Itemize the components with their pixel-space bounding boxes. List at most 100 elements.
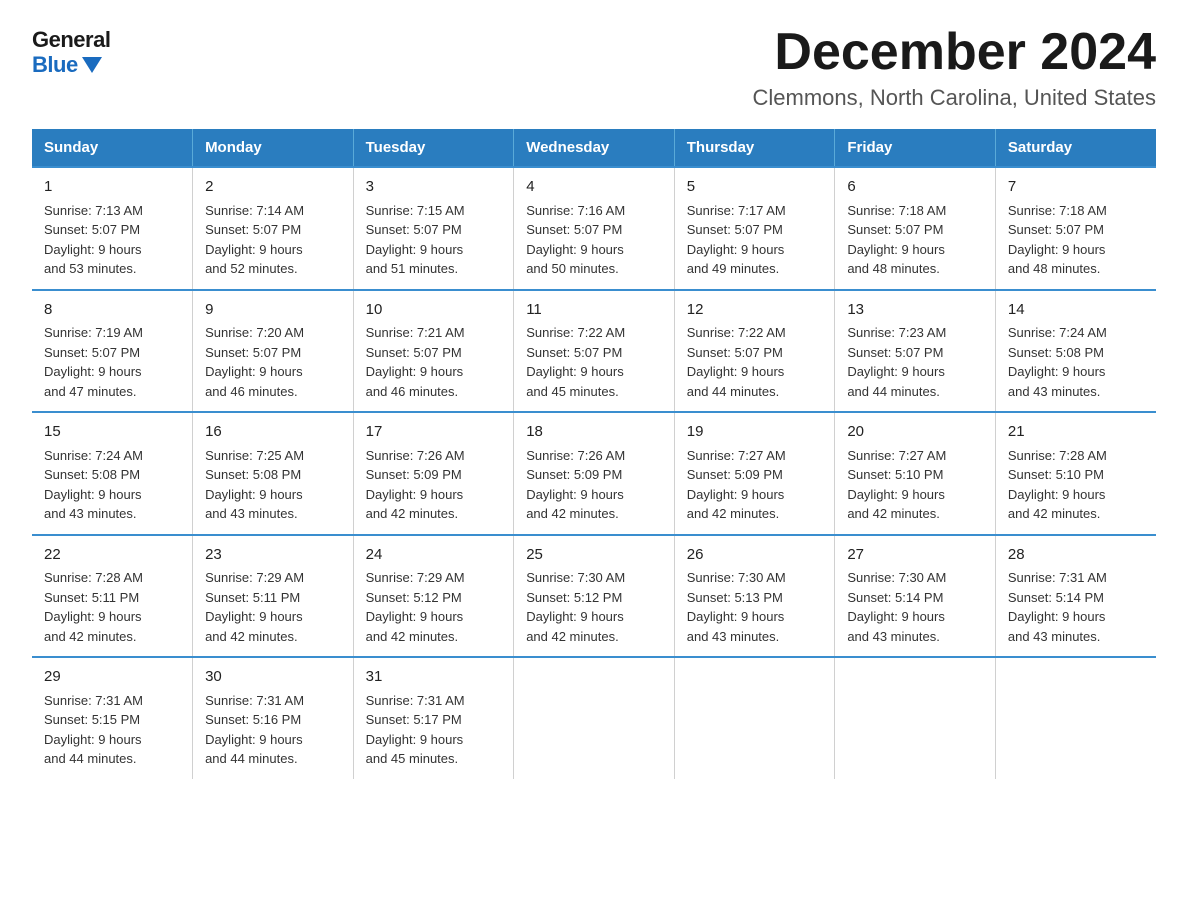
day-info: Sunrise: 7:31 AMSunset: 5:15 PMDaylight:…: [44, 691, 180, 769]
calendar-cell: 29Sunrise: 7:31 AMSunset: 5:15 PMDayligh…: [32, 657, 193, 779]
calendar-table: SundayMondayTuesdayWednesdayThursdayFrid…: [32, 129, 1156, 779]
day-number: 1: [44, 176, 180, 199]
day-number: 28: [1008, 544, 1144, 567]
calendar-week-row: 1Sunrise: 7:13 AMSunset: 5:07 PMDaylight…: [32, 167, 1156, 290]
day-info: Sunrise: 7:27 AMSunset: 5:09 PMDaylight:…: [687, 446, 823, 524]
calendar-header-row: SundayMondayTuesdayWednesdayThursdayFrid…: [32, 129, 1156, 167]
day-info: Sunrise: 7:31 AMSunset: 5:16 PMDaylight:…: [205, 691, 341, 769]
day-number: 20: [847, 421, 983, 444]
day-number: 26: [687, 544, 823, 567]
day-number: 9: [205, 299, 341, 322]
calendar-cell: 6Sunrise: 7:18 AMSunset: 5:07 PMDaylight…: [835, 167, 996, 290]
day-info: Sunrise: 7:27 AMSunset: 5:10 PMDaylight:…: [847, 446, 983, 524]
day-info: Sunrise: 7:14 AMSunset: 5:07 PMDaylight:…: [205, 201, 341, 279]
calendar-cell: 28Sunrise: 7:31 AMSunset: 5:14 PMDayligh…: [995, 535, 1156, 658]
calendar-cell: 23Sunrise: 7:29 AMSunset: 5:11 PMDayligh…: [193, 535, 354, 658]
day-info: Sunrise: 7:20 AMSunset: 5:07 PMDaylight:…: [205, 323, 341, 401]
calendar-cell: 24Sunrise: 7:29 AMSunset: 5:12 PMDayligh…: [353, 535, 514, 658]
weekday-header: Monday: [193, 129, 354, 167]
calendar-cell: 8Sunrise: 7:19 AMSunset: 5:07 PMDaylight…: [32, 290, 193, 413]
calendar-cell: [674, 657, 835, 779]
weekday-header: Wednesday: [514, 129, 675, 167]
weekday-header: Friday: [835, 129, 996, 167]
day-info: Sunrise: 7:16 AMSunset: 5:07 PMDaylight:…: [526, 201, 662, 279]
day-number: 7: [1008, 176, 1144, 199]
day-info: Sunrise: 7:28 AMSunset: 5:10 PMDaylight:…: [1008, 446, 1144, 524]
calendar-cell: 19Sunrise: 7:27 AMSunset: 5:09 PMDayligh…: [674, 412, 835, 535]
day-info: Sunrise: 7:21 AMSunset: 5:07 PMDaylight:…: [366, 323, 502, 401]
day-info: Sunrise: 7:18 AMSunset: 5:07 PMDaylight:…: [847, 201, 983, 279]
day-info: Sunrise: 7:26 AMSunset: 5:09 PMDaylight:…: [366, 446, 502, 524]
day-number: 10: [366, 299, 502, 322]
calendar-cell: 31Sunrise: 7:31 AMSunset: 5:17 PMDayligh…: [353, 657, 514, 779]
day-info: Sunrise: 7:30 AMSunset: 5:14 PMDaylight:…: [847, 568, 983, 646]
calendar-subtitle: Clemmons, North Carolina, United States: [753, 85, 1157, 111]
calendar-cell: 3Sunrise: 7:15 AMSunset: 5:07 PMDaylight…: [353, 167, 514, 290]
day-info: Sunrise: 7:25 AMSunset: 5:08 PMDaylight:…: [205, 446, 341, 524]
day-info: Sunrise: 7:30 AMSunset: 5:13 PMDaylight:…: [687, 568, 823, 646]
day-info: Sunrise: 7:19 AMSunset: 5:07 PMDaylight:…: [44, 323, 180, 401]
day-number: 5: [687, 176, 823, 199]
day-number: 19: [687, 421, 823, 444]
day-number: 23: [205, 544, 341, 567]
weekday-header: Tuesday: [353, 129, 514, 167]
logo-blue-text: Blue: [32, 52, 102, 78]
day-info: Sunrise: 7:29 AMSunset: 5:12 PMDaylight:…: [366, 568, 502, 646]
day-number: 30: [205, 666, 341, 689]
day-info: Sunrise: 7:30 AMSunset: 5:12 PMDaylight:…: [526, 568, 662, 646]
logo-triangle-icon: [82, 57, 102, 73]
calendar-cell: [835, 657, 996, 779]
calendar-week-row: 8Sunrise: 7:19 AMSunset: 5:07 PMDaylight…: [32, 290, 1156, 413]
calendar-cell: 22Sunrise: 7:28 AMSunset: 5:11 PMDayligh…: [32, 535, 193, 658]
calendar-cell: 4Sunrise: 7:16 AMSunset: 5:07 PMDaylight…: [514, 167, 675, 290]
calendar-cell: 17Sunrise: 7:26 AMSunset: 5:09 PMDayligh…: [353, 412, 514, 535]
day-number: 29: [44, 666, 180, 689]
calendar-cell: 30Sunrise: 7:31 AMSunset: 5:16 PMDayligh…: [193, 657, 354, 779]
day-info: Sunrise: 7:18 AMSunset: 5:07 PMDaylight:…: [1008, 201, 1144, 279]
day-number: 18: [526, 421, 662, 444]
calendar-cell: 9Sunrise: 7:20 AMSunset: 5:07 PMDaylight…: [193, 290, 354, 413]
day-info: Sunrise: 7:22 AMSunset: 5:07 PMDaylight:…: [526, 323, 662, 401]
day-number: 22: [44, 544, 180, 567]
calendar-cell: 12Sunrise: 7:22 AMSunset: 5:07 PMDayligh…: [674, 290, 835, 413]
calendar-cell: 11Sunrise: 7:22 AMSunset: 5:07 PMDayligh…: [514, 290, 675, 413]
calendar-cell: 21Sunrise: 7:28 AMSunset: 5:10 PMDayligh…: [995, 412, 1156, 535]
day-number: 3: [366, 176, 502, 199]
calendar-cell: 20Sunrise: 7:27 AMSunset: 5:10 PMDayligh…: [835, 412, 996, 535]
day-number: 14: [1008, 299, 1144, 322]
page-header: General Blue December 2024 Clemmons, Nor…: [32, 24, 1156, 111]
calendar-cell: 14Sunrise: 7:24 AMSunset: 5:08 PMDayligh…: [995, 290, 1156, 413]
calendar-cell: 27Sunrise: 7:30 AMSunset: 5:14 PMDayligh…: [835, 535, 996, 658]
day-number: 31: [366, 666, 502, 689]
day-info: Sunrise: 7:13 AMSunset: 5:07 PMDaylight:…: [44, 201, 180, 279]
calendar-cell: [514, 657, 675, 779]
calendar-cell: [995, 657, 1156, 779]
calendar-week-row: 29Sunrise: 7:31 AMSunset: 5:15 PMDayligh…: [32, 657, 1156, 779]
day-info: Sunrise: 7:17 AMSunset: 5:07 PMDaylight:…: [687, 201, 823, 279]
day-number: 8: [44, 299, 180, 322]
day-info: Sunrise: 7:29 AMSunset: 5:11 PMDaylight:…: [205, 568, 341, 646]
day-info: Sunrise: 7:22 AMSunset: 5:07 PMDaylight:…: [687, 323, 823, 401]
calendar-cell: 25Sunrise: 7:30 AMSunset: 5:12 PMDayligh…: [514, 535, 675, 658]
day-number: 27: [847, 544, 983, 567]
calendar-cell: 10Sunrise: 7:21 AMSunset: 5:07 PMDayligh…: [353, 290, 514, 413]
weekday-header: Sunday: [32, 129, 193, 167]
day-number: 25: [526, 544, 662, 567]
calendar-cell: 7Sunrise: 7:18 AMSunset: 5:07 PMDaylight…: [995, 167, 1156, 290]
day-info: Sunrise: 7:26 AMSunset: 5:09 PMDaylight:…: [526, 446, 662, 524]
calendar-cell: 15Sunrise: 7:24 AMSunset: 5:08 PMDayligh…: [32, 412, 193, 535]
weekday-header: Saturday: [995, 129, 1156, 167]
calendar-week-row: 22Sunrise: 7:28 AMSunset: 5:11 PMDayligh…: [32, 535, 1156, 658]
day-info: Sunrise: 7:24 AMSunset: 5:08 PMDaylight:…: [44, 446, 180, 524]
calendar-cell: 13Sunrise: 7:23 AMSunset: 5:07 PMDayligh…: [835, 290, 996, 413]
logo-general-text: General: [32, 28, 110, 52]
day-info: Sunrise: 7:15 AMSunset: 5:07 PMDaylight:…: [366, 201, 502, 279]
day-number: 12: [687, 299, 823, 322]
day-number: 11: [526, 299, 662, 322]
day-info: Sunrise: 7:23 AMSunset: 5:07 PMDaylight:…: [847, 323, 983, 401]
day-number: 24: [366, 544, 502, 567]
calendar-week-row: 15Sunrise: 7:24 AMSunset: 5:08 PMDayligh…: [32, 412, 1156, 535]
day-number: 6: [847, 176, 983, 199]
calendar-cell: 5Sunrise: 7:17 AMSunset: 5:07 PMDaylight…: [674, 167, 835, 290]
weekday-header: Thursday: [674, 129, 835, 167]
